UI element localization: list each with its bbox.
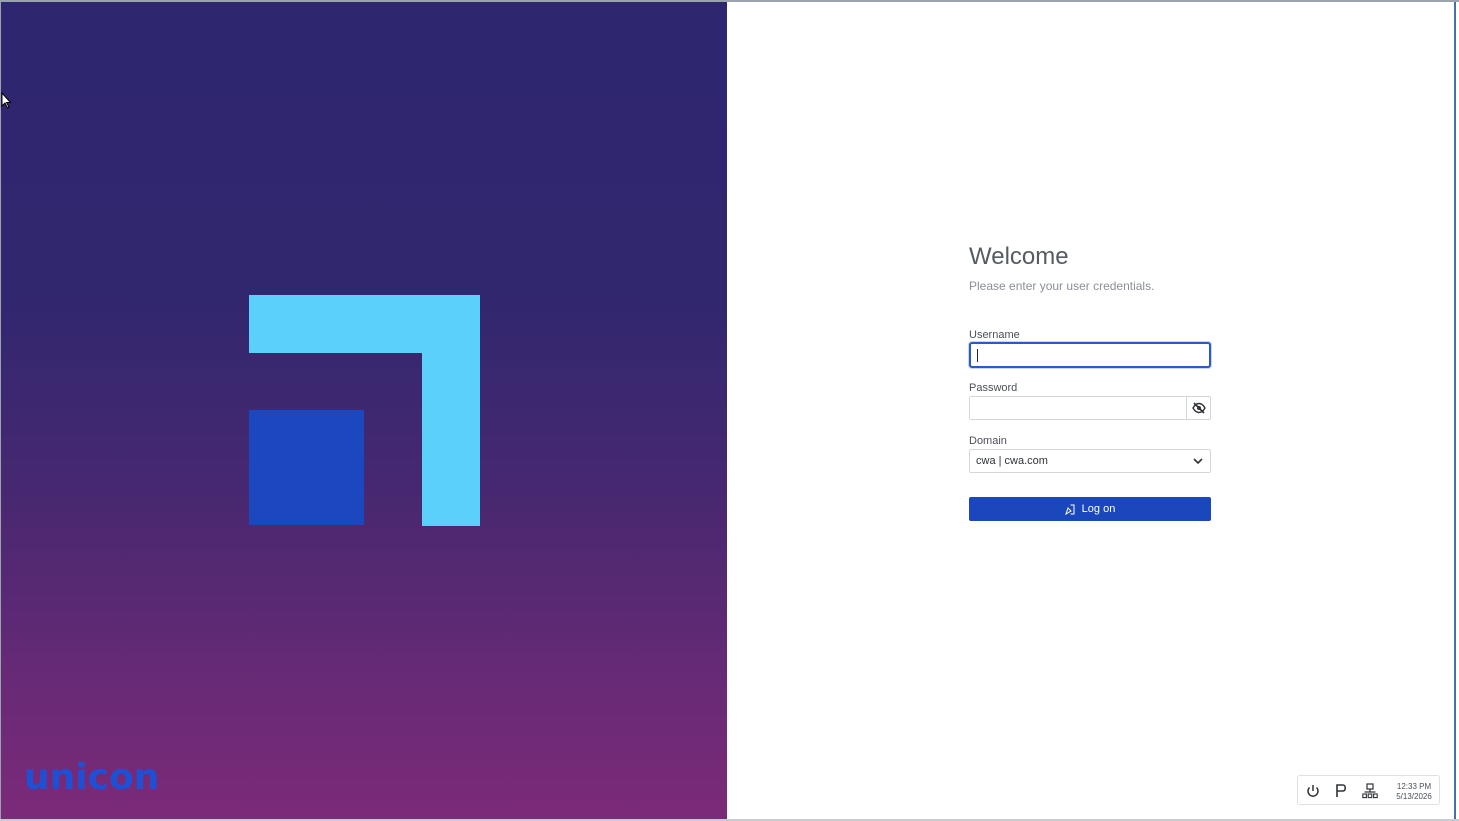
domain-select[interactable]: cwa | cwa.com: [969, 449, 1211, 473]
domain-label: Domain: [969, 435, 1007, 447]
parking-icon[interactable]: [1333, 783, 1349, 799]
logo-bar-right: [422, 295, 480, 526]
power-icon[interactable]: [1305, 783, 1321, 799]
tray-date: 5/13/2026: [1396, 792, 1432, 801]
username-input[interactable]: [969, 342, 1211, 368]
brand-logo-text: unicon: [24, 757, 160, 798]
log-on-label: Log on: [1081, 503, 1116, 515]
login-icon: [1064, 504, 1075, 515]
domain-selected-value: cwa | cwa.com: [976, 455, 1048, 467]
logo-square: [249, 410, 364, 525]
login-form: Welcome Please enter your user credentia…: [969, 240, 1211, 521]
chevron-down-icon: [1193, 458, 1203, 465]
system-tray: 12:33 PM 5/13/2026: [1297, 775, 1440, 805]
branding-panel: unicon: [1, 2, 727, 819]
password-label: Password: [969, 382, 1018, 394]
mouse-cursor-icon: [1, 92, 12, 109]
welcome-subtitle: Please enter your user credentials.: [969, 279, 1155, 293]
window-right-border: [1454, 2, 1456, 819]
username-label: Username: [969, 329, 1020, 341]
tray-clock: 12:33 PM 5/13/2026: [1394, 782, 1434, 802]
eye-slash-icon: [1191, 402, 1206, 414]
network-icon[interactable]: [1362, 783, 1378, 799]
tray-time: 12:33 PM: [1396, 782, 1432, 791]
password-visibility-toggle[interactable]: [1186, 397, 1210, 419]
text-caret: [977, 349, 978, 362]
password-input[interactable]: [969, 396, 1211, 420]
welcome-title: Welcome: [969, 243, 1069, 270]
log-on-button[interactable]: Log on: [969, 497, 1211, 521]
